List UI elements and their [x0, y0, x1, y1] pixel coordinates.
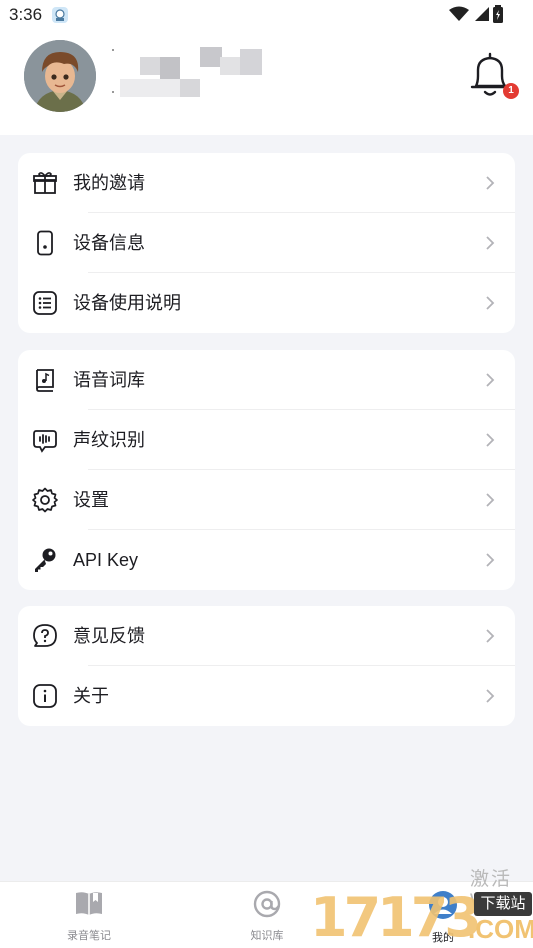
menu-card-features: 语音词库 声纹识别 设置 API Key — [18, 350, 515, 590]
menu-item-label: 我的邀请 — [73, 173, 145, 193]
chevron-right-icon — [486, 373, 495, 387]
menu-item-feedback[interactable]: 意见反馈 — [18, 606, 515, 666]
menu-item-api-key[interactable]: API Key — [18, 530, 515, 590]
tab-knowledge-base[interactable]: 知识库 — [222, 890, 312, 943]
logo-digits: 17173 — [310, 886, 482, 948]
menu-item-device-manual[interactable]: 设备使用说明 — [18, 273, 515, 333]
menu-item-label: API Key — [73, 550, 139, 570]
chevron-right-icon — [486, 629, 495, 643]
at-icon — [253, 890, 281, 918]
notification-badge: 1 — [503, 83, 519, 99]
gift-icon — [33, 172, 57, 194]
menu-item-label: 语音词库 — [73, 370, 145, 390]
menu-card-support: 意见反馈 关于 — [18, 606, 515, 726]
info-icon — [33, 684, 57, 708]
question-bubble-icon — [33, 624, 57, 647]
logo-badge: 下载站 — [474, 892, 532, 916]
avatar-image — [24, 40, 96, 112]
gear-icon — [32, 487, 58, 513]
menu-item-label: 设置 — [73, 490, 109, 510]
chevron-right-icon — [486, 493, 495, 507]
menu-item-label: 意见反馈 — [73, 626, 145, 646]
chevron-right-icon — [486, 296, 495, 310]
notebook-icon — [76, 892, 102, 915]
menu-item-label: 声纹识别 — [73, 430, 145, 450]
menu-item-invite[interactable]: 我的邀请 — [18, 153, 515, 213]
chevron-right-icon — [486, 689, 495, 703]
menu-item-device-info[interactable]: 设备信息 — [18, 213, 515, 273]
profile-header: 1 — [0, 30, 533, 135]
status-time: 3:36 — [9, 5, 43, 24]
list-icon — [33, 291, 57, 315]
chevron-right-icon — [486, 236, 495, 250]
status-bar: 3:36 — [0, 0, 533, 30]
signal-icon — [475, 7, 489, 21]
username-blurred — [112, 47, 272, 103]
chevron-right-icon — [486, 433, 495, 447]
menu-card-account: 我的邀请 设备信息 设备使用说明 — [18, 153, 515, 333]
tab-label: 知识库 — [250, 930, 284, 942]
avatar[interactable] — [24, 40, 96, 112]
chevron-right-icon — [486, 553, 495, 567]
chevron-right-icon — [486, 176, 495, 190]
menu-item-label: 关于 — [73, 686, 109, 706]
device-icon — [37, 230, 53, 256]
menu-item-vocabulary[interactable]: 语音词库 — [18, 350, 515, 410]
app-notification-icon — [52, 7, 68, 23]
site-logo-watermark: 17173 下载站 .COM — [310, 888, 533, 948]
menu-item-voiceprint[interactable]: 声纹识别 — [18, 410, 515, 470]
menu-item-settings[interactable]: 设置 — [18, 470, 515, 530]
menu-item-about[interactable]: 关于 — [18, 666, 515, 726]
menu-item-label: 设备使用说明 — [73, 293, 181, 313]
key-icon — [35, 548, 56, 572]
status-icons — [449, 5, 503, 23]
wifi-icon — [449, 6, 469, 21]
voiceprint-icon — [33, 430, 57, 453]
logo-suffix: .COM — [468, 914, 533, 944]
tab-label: 录音笔记 — [67, 930, 111, 942]
menu-item-label: 设备信息 — [73, 233, 145, 253]
tab-recording-notes[interactable]: 录音笔记 — [44, 890, 134, 943]
battery-icon — [493, 5, 503, 23]
music-book-icon — [36, 369, 54, 392]
